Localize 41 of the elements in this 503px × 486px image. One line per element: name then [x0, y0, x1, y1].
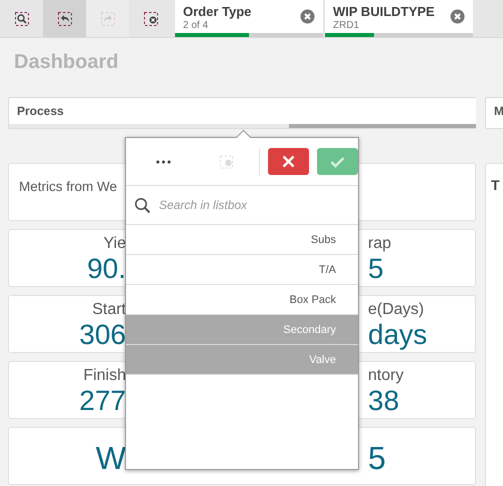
sheet-title: Dashboard [13, 50, 120, 75]
kpi-label: e(Days) [368, 300, 424, 319]
cancel-button[interactable] [268, 148, 309, 175]
kpi-label: Start [92, 300, 126, 319]
selection-search-icon [14, 10, 30, 26]
selection-summary: 2 of 4 [183, 20, 210, 31]
field-name: WIP BUILDTYPE [333, 4, 436, 19]
kpi-value: 38 [368, 385, 400, 417]
search-icon [134, 196, 151, 214]
filter-title: Process [17, 104, 64, 118]
filter-pane[interactable]: M [485, 97, 503, 129]
kpi-label: ntory [368, 366, 404, 385]
selection-summary: ZRD1 [333, 20, 360, 31]
kpi-value: 306 [79, 319, 126, 351]
clear-field-icon[interactable] [300, 9, 315, 24]
more-icon[interactable] [156, 160, 171, 164]
field-name: Order Type [183, 4, 252, 19]
kpi-value: 5 [368, 253, 384, 285]
clear-field-icon[interactable] [450, 9, 465, 24]
kpi-value: W [96, 442, 126, 474]
kpi-value: 90. [87, 253, 126, 285]
list-item[interactable]: Subs [126, 225, 358, 255]
kpi-value: 277 [79, 385, 126, 417]
selection-tab[interactable]: WIP BUILDTYPE ZRD1 [325, 0, 473, 37]
kpi-label: Finish [83, 366, 126, 385]
filter-title: M [494, 104, 503, 118]
kpi-label: rap [368, 234, 392, 253]
panel-title: T [491, 177, 500, 193]
close-icon [282, 155, 295, 168]
step-forward-icon [100, 10, 116, 26]
step-back-icon [56, 10, 72, 26]
selection-tab[interactable]: Order Type 2 of 4 [175, 0, 323, 37]
list-item[interactable]: T/A [126, 255, 358, 285]
panel-text: Metrics from We [19, 179, 118, 194]
filter-pane[interactable]: Process [8, 97, 476, 129]
checkmark-icon [330, 156, 345, 168]
kpi-label: Yie [103, 234, 126, 253]
step-back-button[interactable] [43, 0, 86, 37]
clear-selections-icon [142, 10, 158, 26]
kpi-value: 5 [368, 442, 386, 474]
kpi-value: days [368, 319, 428, 351]
